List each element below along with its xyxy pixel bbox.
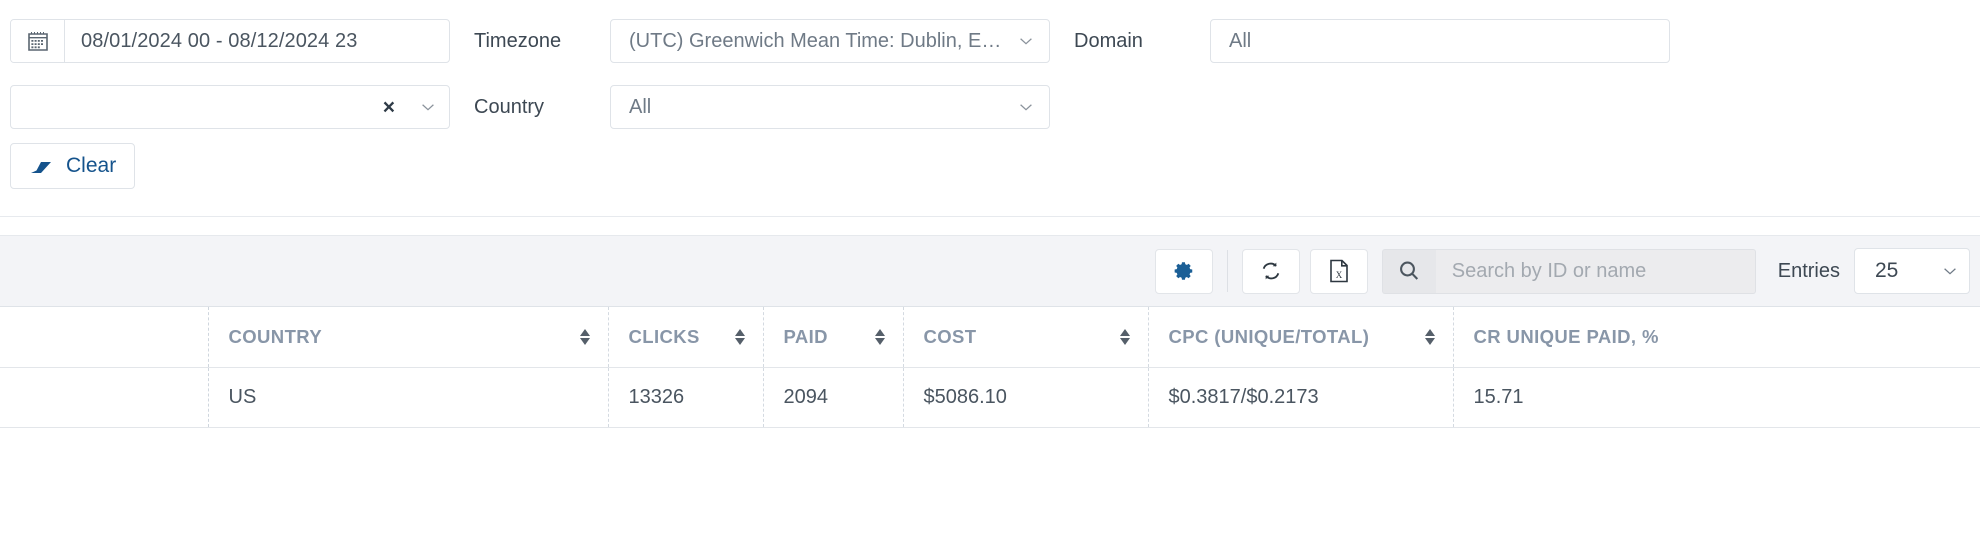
gear-icon: [1174, 262, 1192, 280]
table-header-cpc-label: CPC (UNIQUE/TOTAL): [1168, 325, 1370, 347]
svg-text:X: X: [1336, 270, 1343, 280]
export-excel-button[interactable]: X: [1309, 248, 1368, 294]
toolbar-separator: [1226, 250, 1228, 292]
table-header-blank: [0, 307, 209, 368]
country-label: Country: [474, 95, 545, 118]
table-cell-cost: $5086.10: [903, 367, 1149, 428]
table-header-paid-label: PAID: [783, 325, 828, 347]
search-input[interactable]: [1435, 248, 1756, 294]
domain-label: Domain: [1074, 29, 1143, 52]
table-header-paid[interactable]: PAID: [763, 307, 904, 368]
entries-label: Entries: [1777, 259, 1840, 282]
column-settings-button[interactable]: [1154, 248, 1213, 294]
sort-icon[interactable]: [1423, 327, 1437, 347]
table-cell-country: US: [208, 367, 609, 428]
country-value: All: [629, 95, 652, 118]
country-select[interactable]: All: [610, 85, 1050, 129]
domain-select[interactable]: All: [1210, 19, 1670, 63]
table-cell-blank: [0, 367, 209, 428]
calendar-icon[interactable]: [11, 20, 65, 62]
table-header-cr-unique-paid-label: CR UNIQUE PAID, %: [1473, 325, 1659, 347]
table-toolbar: X Entries 25: [0, 235, 1980, 307]
filter-row-secondary: × Country All: [0, 80, 1980, 134]
sort-icon[interactable]: [578, 327, 592, 347]
table-header-cr-unique-paid[interactable]: CR UNIQUE PAID, %: [1453, 307, 1980, 368]
sort-icon[interactable]: [873, 327, 887, 347]
chevron-down-icon: [1020, 104, 1032, 111]
clear-button-row: Clear: [0, 134, 1980, 198]
table-header-row: COUNTRY CLICKS PAID COST CPC (UNIQUE/TOT…: [0, 307, 1980, 368]
search-button[interactable]: [1381, 248, 1436, 294]
domain-value: All: [1229, 29, 1252, 52]
report-page: 08/01/2024 00 - 08/12/2024 23 Timezone (…: [0, 0, 1980, 542]
table-header-country-label: COUNTRY: [228, 325, 323, 347]
timezone-select[interactable]: (UTC) Greenwich Mean Time: Dublin, Edinb…: [610, 19, 1050, 63]
date-range-picker[interactable]: 08/01/2024 00 - 08/12/2024 23: [10, 19, 450, 63]
chevron-down-icon: [422, 104, 434, 111]
table-header-clicks-label: CLICKS: [628, 325, 700, 347]
date-range-value[interactable]: 08/01/2024 00 - 08/12/2024 23: [65, 20, 449, 62]
timezone-value: (UTC) Greenwich Mean Time: Dublin, Edinb…: [629, 29, 1007, 52]
search-icon: [1400, 261, 1419, 280]
refresh-icon: [1262, 262, 1279, 280]
filter-row-primary: 08/01/2024 00 - 08/12/2024 23 Timezone (…: [0, 14, 1980, 68]
entries-select[interactable]: 25: [1854, 248, 1970, 294]
refresh-button[interactable]: [1241, 248, 1300, 294]
report-table: COUNTRY CLICKS PAID COST CPC (UNIQUE/TOT…: [0, 307, 1980, 428]
table-header-cpc[interactable]: CPC (UNIQUE/TOTAL): [1148, 307, 1454, 368]
clear-button[interactable]: Clear: [10, 143, 136, 189]
clear-selection-icon[interactable]: ×: [383, 97, 395, 118]
clear-button-label: Clear: [66, 154, 117, 177]
table-cell-paid: 2094: [763, 367, 904, 428]
table-header-clicks[interactable]: CLICKS: [608, 307, 764, 368]
excel-file-icon: X: [1329, 259, 1348, 283]
panel-spacer: [0, 217, 1980, 235]
sort-icon[interactable]: [733, 327, 747, 347]
table-cell-cr-unique-paid: 15.71: [1453, 367, 1980, 428]
country-multiselect[interactable]: ×: [10, 85, 450, 129]
entries-value: 25: [1875, 259, 1899, 282]
eraser-icon: [31, 162, 51, 173]
table-row[interactable]: US 13326 2094 $5086.10 $0.3817/$0.2173 1…: [0, 367, 1980, 428]
chevron-down-icon: [1020, 38, 1032, 45]
sort-icon[interactable]: [1118, 327, 1132, 347]
table-header-cost[interactable]: COST: [903, 307, 1149, 368]
timezone-label: Timezone: [474, 29, 562, 52]
table-cell-cpc: $0.3817/$0.2173: [1148, 367, 1454, 428]
chevron-down-icon: [1944, 268, 1956, 275]
panel-gap: [0, 198, 1980, 216]
table-cell-clicks: 13326: [608, 367, 764, 428]
search-group: [1381, 248, 1756, 294]
table-header-country[interactable]: COUNTRY: [208, 307, 609, 368]
table-header-cost-label: COST: [923, 325, 977, 347]
filter-panel: 08/01/2024 00 - 08/12/2024 23 Timezone (…: [0, 0, 1980, 235]
